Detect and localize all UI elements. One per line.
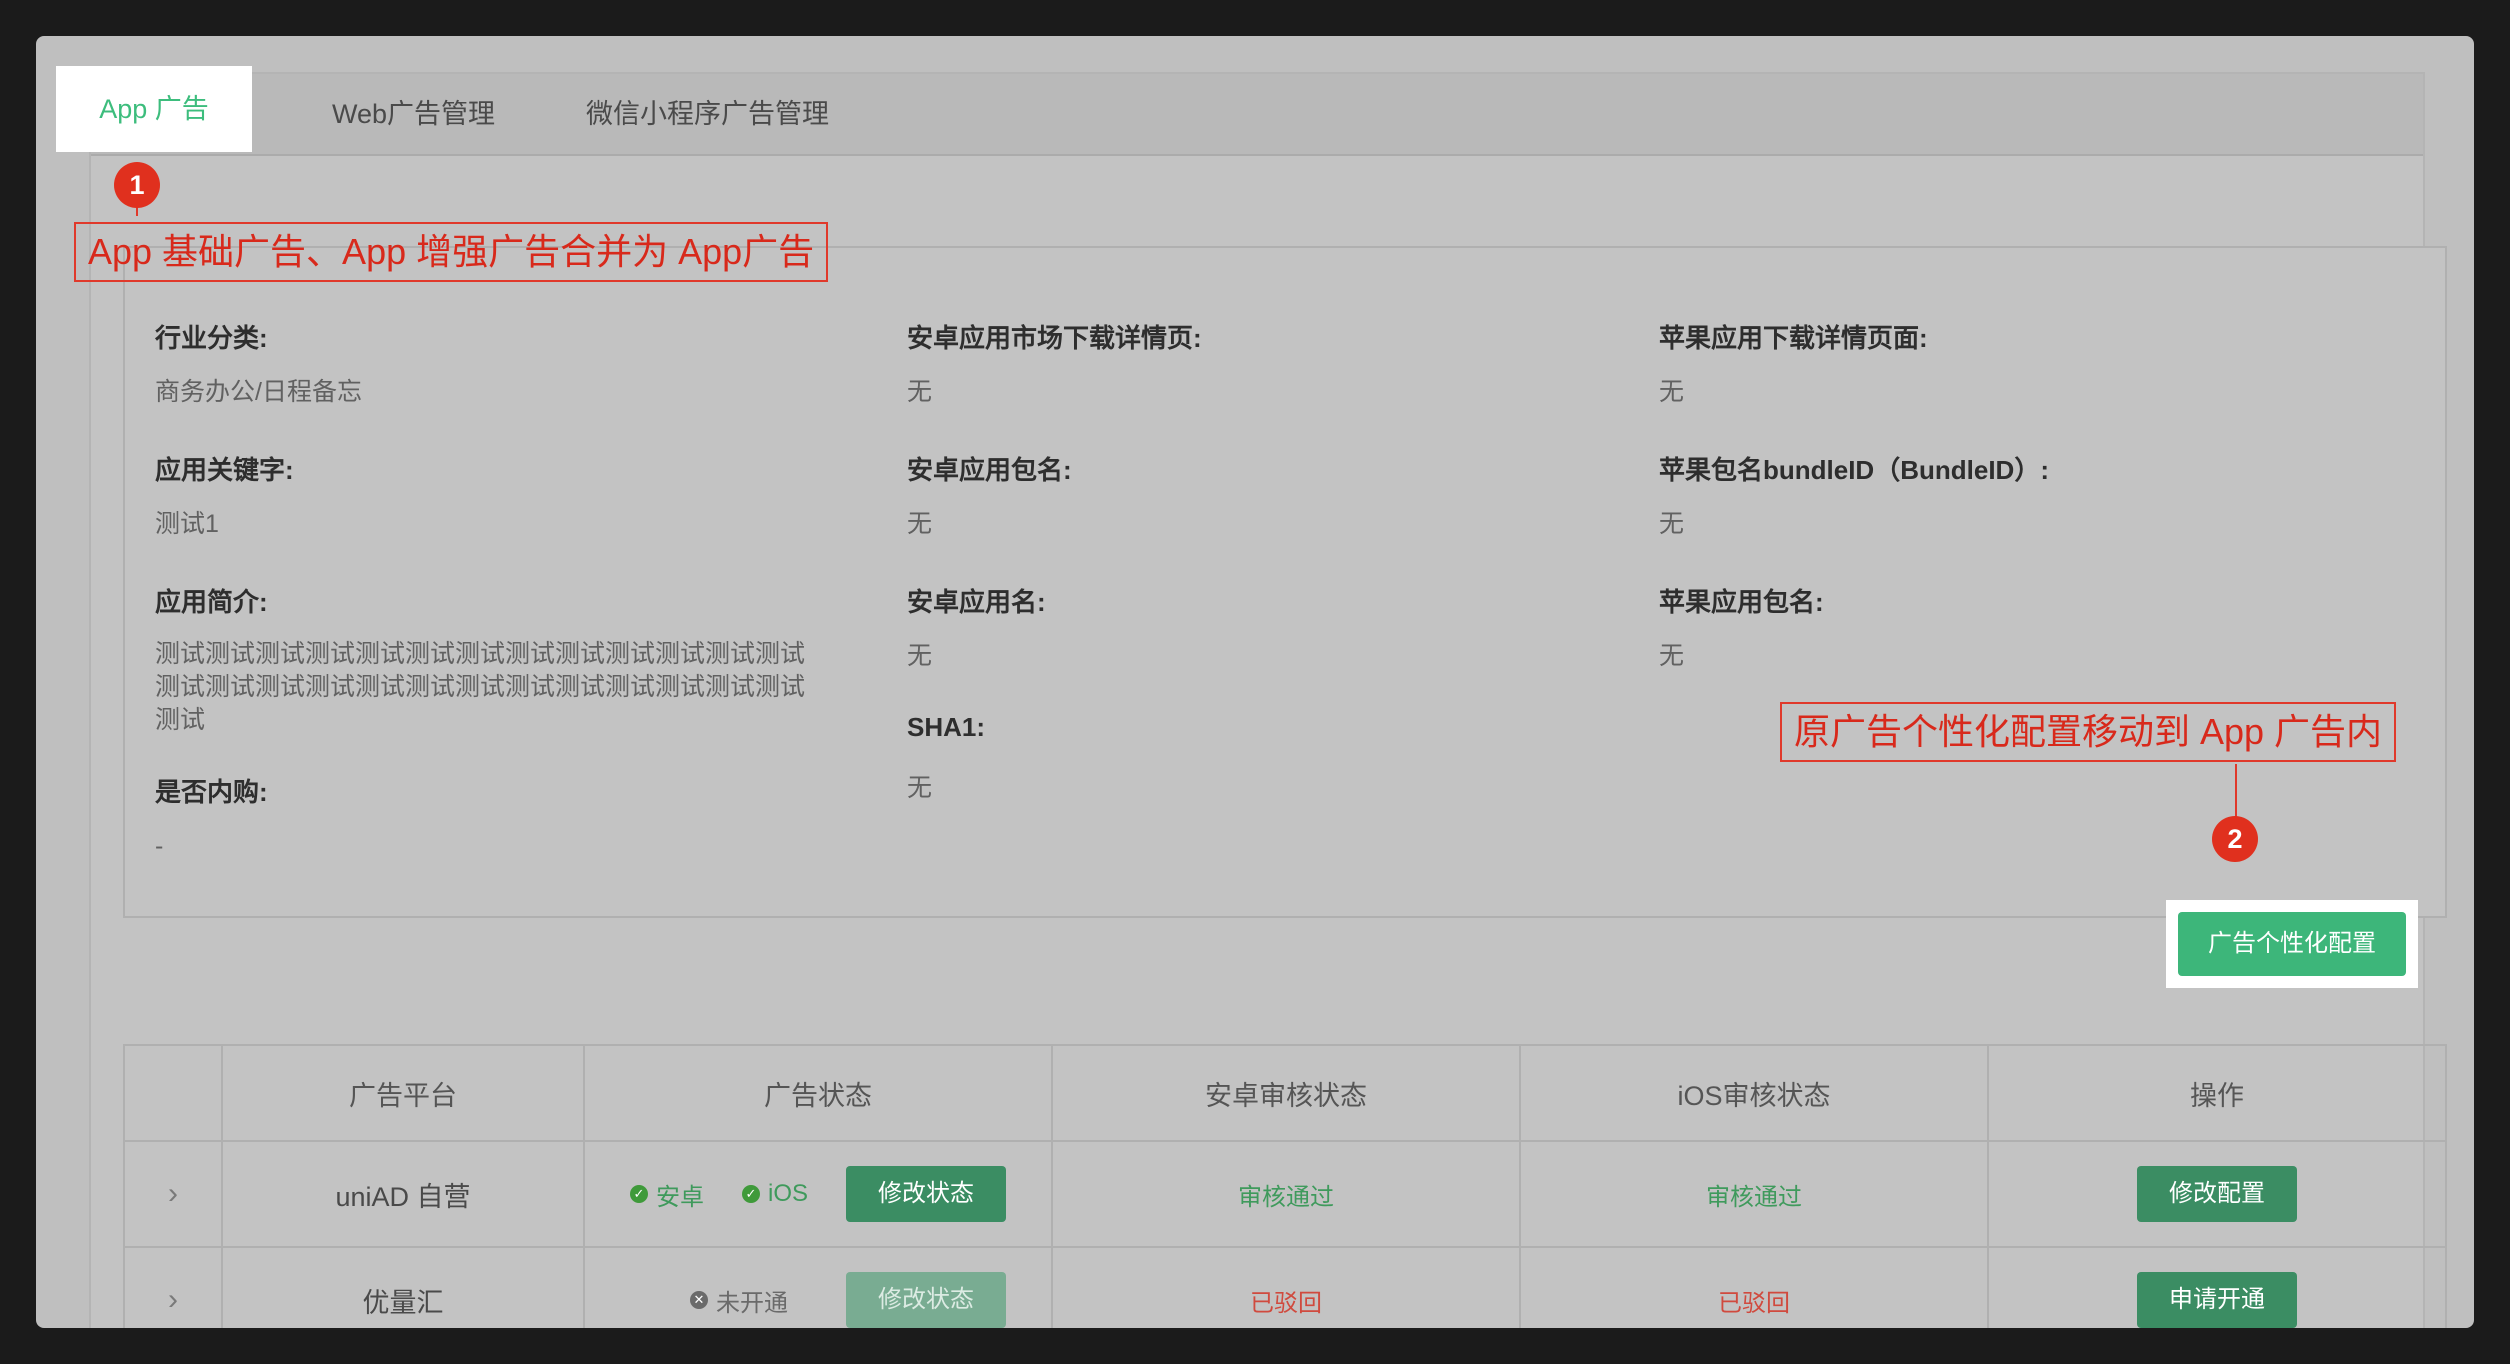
check-circle-icon: ✓	[629, 1185, 648, 1203]
app-info-section: 行业分类: 商务办公/日程备忘 应用关键字: 测试1 应用简介: 测试测试测试测…	[123, 246, 2447, 918]
ad-platform-table: 广告平台 广告状态 安卓审核状态 iOS审核状态 操作 › uniAD 自营 ✓	[123, 1044, 2447, 1328]
app-window: Web广告管理 微信小程序广告管理 行业分类: 商务办公/日程备忘 应用关键字:…	[36, 36, 2474, 1328]
annotation-badge-2: 2	[2212, 816, 2258, 862]
ios-review-cell: 审核通过	[1519, 1140, 1989, 1248]
column-header-ad-status: 广告状态	[583, 1044, 1053, 1142]
table-row: › uniAD 自营 ✓ 安卓 ✓ iOS 修改状态 审核通过 审核通过 修改配…	[123, 1140, 2447, 1248]
bundle-id-value: 无	[1659, 510, 1685, 538]
tab-wechat-miniprogram-ads[interactable]: 微信小程序广告管理	[586, 74, 829, 154]
android-market-label: 安卓应用市场下载详情页:	[907, 323, 1202, 353]
android-package-value: 无	[907, 510, 933, 538]
expand-row-cell[interactable]: ›	[123, 1140, 223, 1248]
industry-value: 商务办公/日程备忘	[155, 378, 362, 406]
column-header-platform: 广告平台	[221, 1044, 585, 1142]
annotation-2-leader	[2235, 764, 2237, 820]
ios-status-chip: ✓ iOS	[741, 1180, 808, 1208]
ios-status-text: iOS	[767, 1180, 808, 1207]
industry-label: 行业分类:	[155, 323, 268, 353]
android-market-value: 无	[907, 378, 933, 406]
android-review-cell: 审核通过	[1051, 1140, 1521, 1248]
modify-status-button[interactable]: 修改状态	[846, 1166, 1006, 1222]
expand-column-header	[123, 1044, 223, 1142]
tab-bar: Web广告管理 微信小程序广告管理	[91, 74, 2423, 156]
sha1-label: SHA1:	[907, 712, 986, 742]
modify-status-button-disabled: 修改状态	[846, 1272, 1006, 1328]
annotation-note-2: 原广告个性化配置移动到 App 广告内	[1780, 702, 2397, 762]
ad-status-cell: ✓ 安卓 ✓ iOS 修改状态	[583, 1140, 1053, 1248]
actions-cell: 修改配置	[1987, 1140, 2447, 1248]
column-header-ios-review: iOS审核状态	[1519, 1044, 1989, 1142]
apple-download-label: 苹果应用下载详情页面:	[1659, 323, 1928, 353]
table-row: › 优量汇 ✕ 未开通 修改状态 已驳回 已驳回 申请开通	[123, 1246, 2447, 1328]
platform-cell: uniAD 自营	[221, 1140, 585, 1248]
keywords-value: 测试1	[155, 510, 219, 538]
not-enabled-text: 未开通	[716, 1289, 788, 1317]
annotation-note-1: App 基础广告、App 增强广告合并为 App广告	[74, 222, 829, 282]
chevron-right-icon[interactable]: ›	[168, 1177, 178, 1210]
android-app-name-label: 安卓应用名:	[907, 587, 1046, 617]
sha1-value: 无	[907, 774, 933, 802]
in-app-purchase-label: 是否内购:	[155, 777, 268, 807]
column-header-android-review: 安卓审核状态	[1051, 1044, 1521, 1142]
keywords-label: 应用关键字:	[155, 455, 294, 485]
column-header-actions: 操作	[1987, 1044, 2447, 1142]
modify-config-button[interactable]: 修改配置	[2137, 1166, 2297, 1222]
annotation-badge-1: 1	[114, 162, 160, 208]
apply-enable-button[interactable]: 申请开通	[2137, 1272, 2297, 1328]
android-status-chip: ✓ 安卓	[629, 1177, 704, 1212]
actions-cell: 申请开通	[1987, 1246, 2447, 1328]
apple-package-value: 无	[1659, 642, 1685, 670]
tab-web-ads[interactable]: Web广告管理	[332, 74, 495, 154]
platform-cell: 优量汇	[221, 1246, 585, 1328]
intro-value: 测试测试测试测试测试测试测试测试测试测试测试测试测试测试测试测试测试测试测试测试…	[155, 640, 806, 734]
ios-review-cell: 已驳回	[1519, 1246, 1989, 1328]
x-circle-icon: ✕	[690, 1291, 708, 1309]
android-app-name-value: 无	[907, 642, 933, 670]
intro-label: 应用简介:	[155, 587, 268, 617]
apple-download-value: 无	[1659, 378, 1685, 406]
chevron-right-icon[interactable]: ›	[168, 1283, 178, 1316]
apple-package-label: 苹果应用包名:	[1659, 587, 1824, 617]
android-review-cell: 已驳回	[1051, 1246, 1521, 1328]
tab-app-ads[interactable]: App 广告	[56, 66, 252, 152]
android-status-text: 安卓	[655, 1183, 704, 1211]
check-circle-icon: ✓	[741, 1185, 760, 1203]
not-enabled-chip: ✕ 未开通	[690, 1283, 788, 1318]
bundle-id-label: 苹果包名bundleID（BundleID）:	[1659, 455, 2049, 485]
ad-status-cell: ✕ 未开通 修改状态	[583, 1246, 1053, 1328]
in-app-purchase-value: -	[155, 832, 164, 860]
android-package-label: 安卓应用包名:	[907, 455, 1072, 485]
ad-personalization-config-button[interactable]: 广告个性化配置	[2178, 912, 2406, 976]
expand-row-cell[interactable]: ›	[123, 1246, 223, 1328]
table-header-row: 广告平台 广告状态 安卓审核状态 iOS审核状态 操作	[123, 1044, 2447, 1142]
